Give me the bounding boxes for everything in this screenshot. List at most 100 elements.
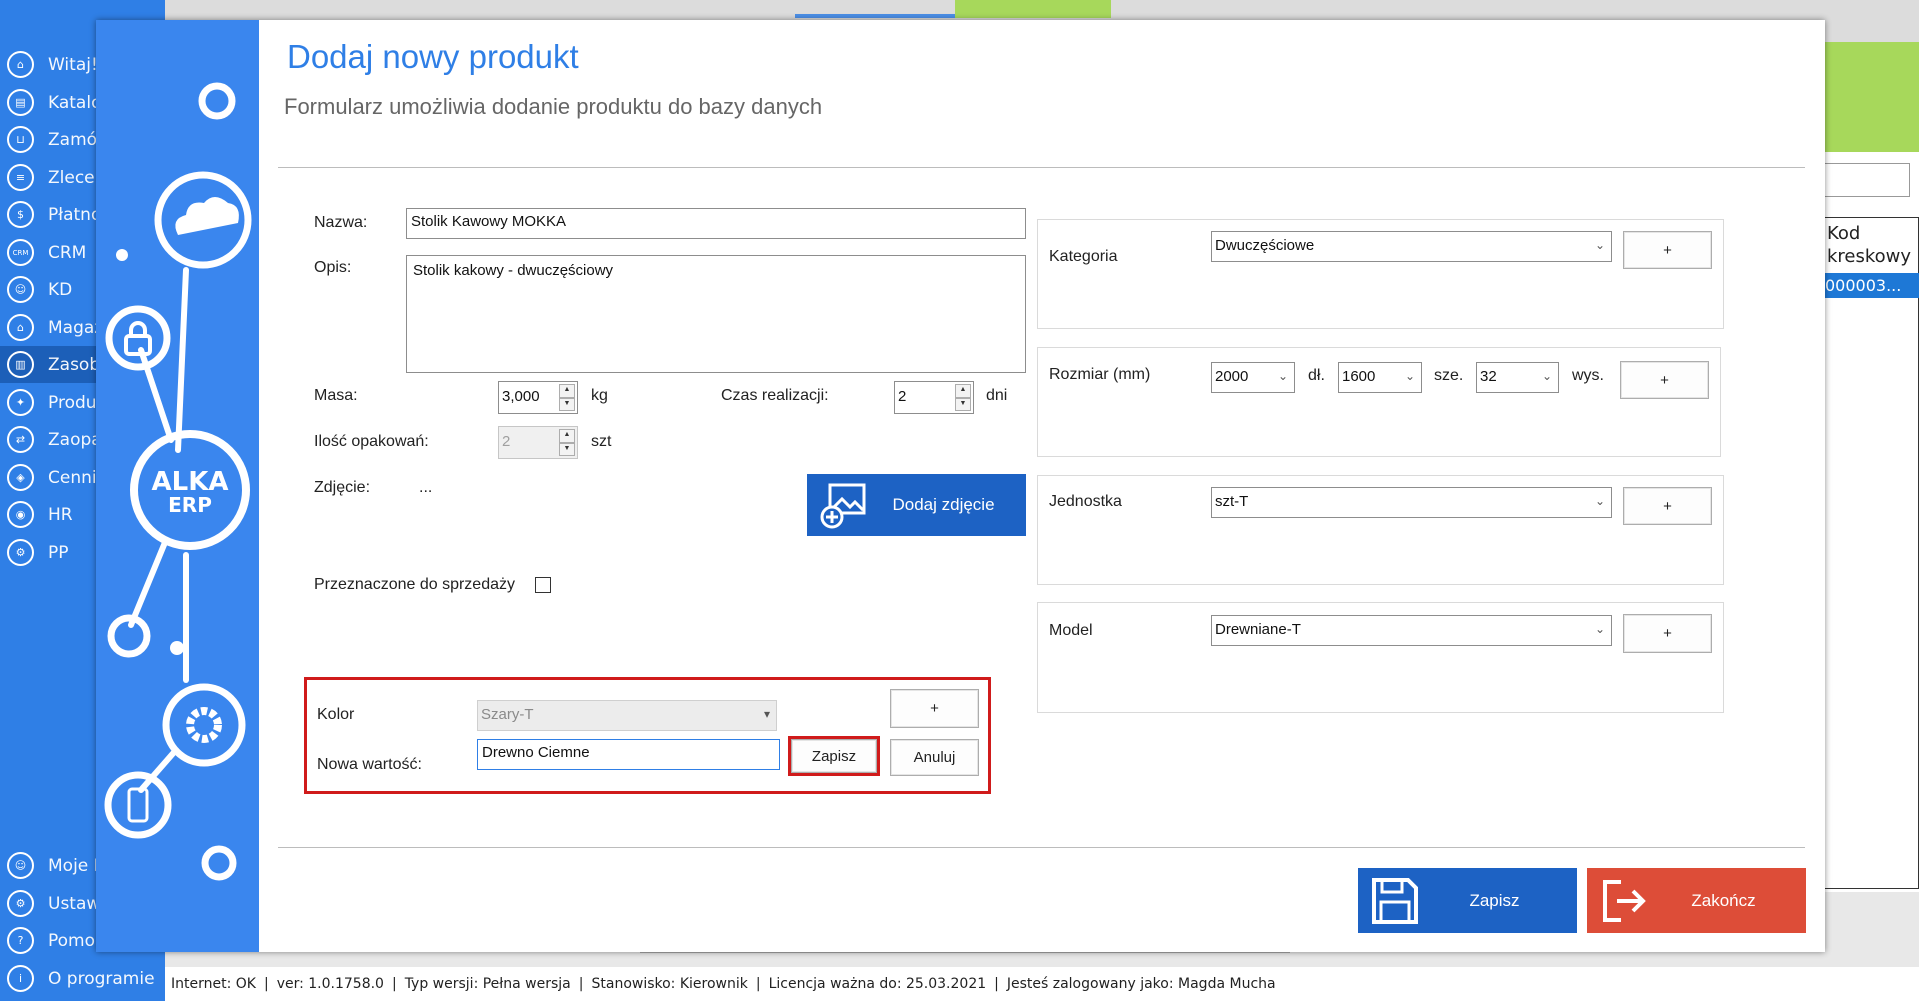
save-button[interactable]: Zapisz — [1358, 868, 1577, 933]
name-label: Nazwa: — [314, 214, 368, 231]
cancel-color-button[interactable]: Anuluj — [890, 739, 979, 776]
width-unit: sze. — [1434, 367, 1464, 384]
status-internet: Internet: OK — [171, 976, 256, 992]
pp-icon: ⚙ — [7, 539, 34, 566]
dollar-icon: $ — [7, 201, 34, 228]
time-stepper[interactable]: 2 ▲ ▼ — [894, 381, 974, 414]
status-license: Licencja ważna do: 25.03.2021 — [768, 976, 987, 992]
add-product-dialog: ALKA ERP Dodaj nowy produkt Formularz um… — [96, 20, 1825, 952]
add-size-button[interactable]: + — [1620, 361, 1709, 399]
spin-down-icon[interactable]: ▼ — [955, 397, 971, 411]
length-select[interactable]: 2000 ⌄ — [1211, 362, 1295, 393]
exit-icon — [1595, 872, 1653, 930]
info-icon: i — [7, 965, 34, 992]
spin-up-icon[interactable]: ▲ — [559, 384, 575, 398]
status-separator: | — [263, 976, 269, 992]
description-input[interactable]: Stolik kakowy - dwuczęściowy — [406, 255, 1026, 373]
add-color-button[interactable]: + — [890, 689, 979, 728]
model-select[interactable]: Drewniane-T ⌄ — [1211, 615, 1612, 646]
network-illustration: ALKA ERP — [104, 82, 252, 881]
photo-value: ... — [419, 479, 433, 496]
spin-down-icon[interactable]: ▼ — [559, 397, 575, 411]
finish-button[interactable]: Zakończ — [1587, 868, 1806, 933]
person-icon: ☺ — [7, 276, 34, 303]
mass-label: Masa: — [314, 387, 358, 404]
status-version: ver: 1.0.1758.0 — [276, 976, 384, 992]
add-model-button[interactable]: + — [1623, 614, 1712, 653]
packages-unit: szt — [591, 433, 612, 450]
height-select[interactable]: 32 ⌄ — [1476, 362, 1559, 393]
packages-value: 2 — [502, 433, 511, 450]
add-image-icon — [815, 476, 873, 534]
chevron-down-icon: ⌄ — [1277, 369, 1288, 383]
color-value: Szary-T — [481, 706, 534, 723]
chevron-down-icon: ⌄ — [1594, 622, 1605, 636]
add-category-button[interactable]: + — [1623, 231, 1712, 269]
chevron-down-icon: ⌄ — [1594, 238, 1605, 252]
finish-label: Zakończ — [1691, 890, 1756, 910]
status-separator: | — [755, 976, 761, 992]
size-label: Rozmiar (mm) — [1049, 366, 1151, 383]
background-column-header: Kod kreskowy — [1827, 223, 1912, 267]
mass-stepper[interactable]: 3,000 ▲ ▼ — [498, 381, 578, 414]
status-version-type: Typ wersji: Pełna wersja — [404, 976, 571, 992]
color-select[interactable]: Szary-T ▾ — [477, 700, 777, 731]
width-select[interactable]: 1600 ⌄ — [1338, 362, 1422, 393]
status-user: Jesteś zalogowany jako: Magda Mucha — [1006, 976, 1276, 992]
status-station: Stanowisko: Kierownik — [591, 976, 748, 992]
packages-label: Ilość opakowań: — [314, 433, 429, 450]
spin-up-icon[interactable]: ▲ — [955, 384, 971, 398]
add-photo-button[interactable]: Dodaj zdjęcie — [807, 474, 1026, 536]
dialog-subtitle: Formularz umożliwia dodanie produktu do … — [284, 94, 823, 119]
time-unit: dni — [986, 387, 1008, 404]
unit-value: szt-T — [1215, 493, 1249, 510]
new-value-input[interactable]: Drewno Ciemne — [477, 739, 780, 770]
svg-text:ERP: ERP — [168, 493, 212, 517]
category-select[interactable]: Dwuczęściowe ⌄ — [1211, 231, 1612, 262]
status-separator: | — [578, 976, 584, 992]
for-sale-checkbox[interactable] — [535, 577, 551, 593]
add-unit-button[interactable]: + — [1623, 487, 1712, 525]
unit-select[interactable]: szt-T ⌄ — [1211, 487, 1612, 518]
color-edit-highlight — [304, 677, 991, 794]
packages-stepper[interactable]: 2 ▲ ▼ — [498, 426, 578, 459]
category-label: Kategoria — [1049, 248, 1118, 265]
gear-node-icon — [162, 683, 246, 767]
time-label: Czas realizacji: — [721, 387, 829, 404]
spin-up-icon[interactable]: ▲ — [559, 429, 575, 443]
new-value-label: Nowa wartość: — [317, 756, 422, 773]
tag-icon: ◈ — [7, 464, 34, 491]
unit-label: Jednostka — [1049, 493, 1122, 510]
color-label: Kolor — [317, 706, 355, 723]
length-unit: dł. — [1308, 367, 1325, 384]
background-table: Kod kreskowy 000003... — [1820, 217, 1919, 889]
height-unit: wys. — [1572, 367, 1604, 384]
save-label: Zapisz — [1469, 890, 1520, 910]
home-icon: ⌂ — [7, 51, 34, 78]
add-photo-label: Dodaj zdjęcie — [892, 495, 995, 514]
hr-icon: ◉ — [7, 501, 34, 528]
time-value: 2 — [898, 388, 907, 405]
gear-icon: ⚙ — [7, 890, 34, 917]
category-value: Dwuczęściowe — [1215, 237, 1315, 254]
length-value: 2000 — [1215, 368, 1249, 385]
status-bar: Internet: OK | ver: 1.0.1758.0 | Typ wer… — [165, 967, 1919, 1001]
model-label: Model — [1049, 622, 1093, 639]
dialog-decor-panel: ALKA ERP — [96, 20, 259, 952]
background-search-input[interactable] — [1820, 163, 1910, 197]
help-icon: ? — [7, 927, 34, 954]
for-sale-label: Przeznaczone do sprzedaży — [314, 576, 515, 593]
resources-icon: ▥ — [7, 351, 34, 378]
background-table-row[interactable]: 000003... — [1821, 273, 1919, 298]
warehouse-icon: ⌂ — [7, 314, 34, 341]
chevron-down-icon: ⌄ — [1404, 369, 1415, 383]
name-input[interactable]: Stolik Kawowy MOKKA — [406, 208, 1026, 239]
status-separator: | — [391, 976, 397, 992]
spin-down-icon[interactable]: ▼ — [559, 442, 575, 456]
cart-icon: ⊔ — [7, 126, 34, 153]
sidebar-item-o-programie[interactable]: iO programie — [0, 960, 165, 997]
header-divider — [278, 167, 1805, 168]
mass-value: 3,000 — [502, 388, 540, 405]
user-icon: ☺ — [7, 852, 34, 879]
chevron-down-icon: ⌄ — [1541, 369, 1552, 383]
